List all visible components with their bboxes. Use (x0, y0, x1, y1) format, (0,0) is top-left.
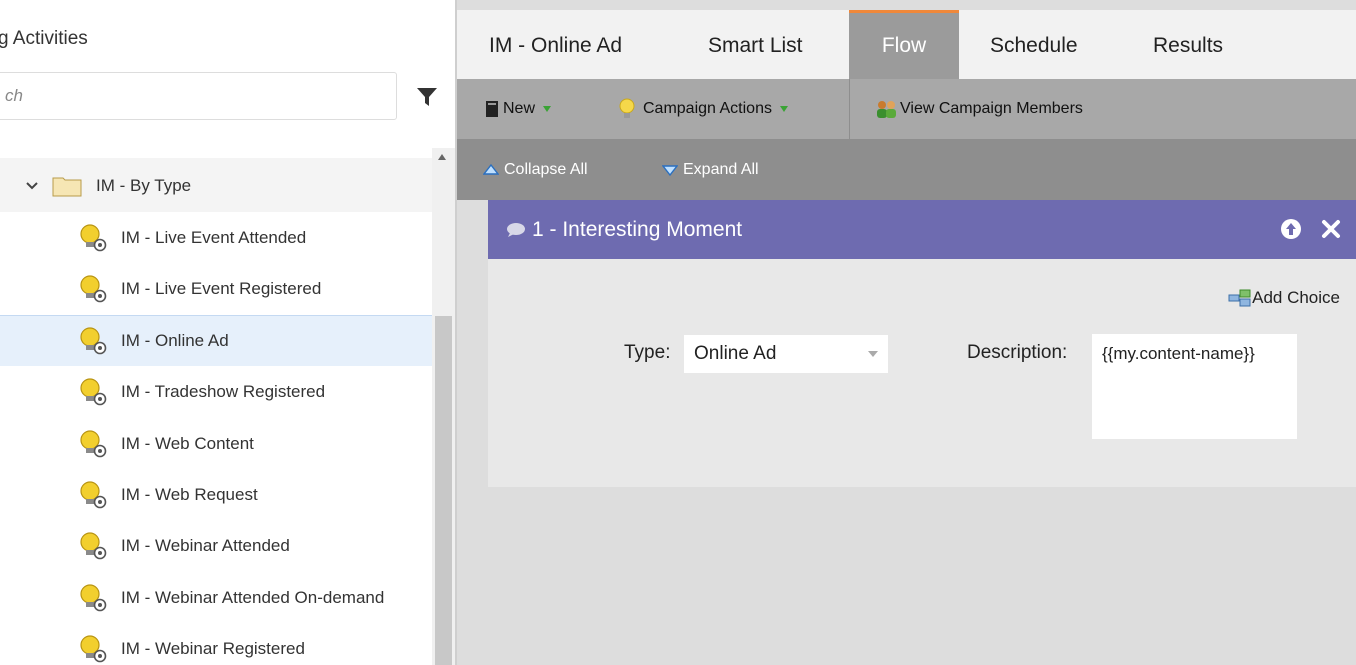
tree-item-label: IM - Tradeshow Registered (121, 382, 326, 401)
folder-label: IM - By Type (96, 176, 192, 195)
campaign-tabs: IM - Online Ad Smart List Flow Schedule … (457, 10, 1356, 79)
view-campaign-members-button[interactable]: View Campaign Members (874, 79, 1083, 139)
collapse-all-button[interactable]: Collapse All (483, 139, 588, 200)
tab-flow[interactable]: Flow (849, 10, 959, 79)
description-label: Description: (967, 342, 1068, 363)
new-button[interactable]: New (485, 79, 552, 139)
campaign-actions-button[interactable]: Campaign Actions (617, 79, 788, 139)
collapse-all-label: Collapse All (504, 160, 588, 178)
tree-item-label: IM - Web Content (121, 434, 254, 453)
description-field[interactable]: {{my.content-name}} (1092, 334, 1297, 439)
lightbulb-gear-icon (80, 430, 107, 458)
tree-item[interactable]: IM - Online Ad (0, 315, 432, 367)
flow-step-header[interactable]: 1 - Interesting Moment (488, 200, 1356, 259)
tree-item-label: IM - Online Ad (121, 331, 229, 350)
tree-item[interactable]: IM - Web Request (0, 469, 432, 521)
tree-item-label: IM - Live Event Registered (121, 279, 322, 298)
search-box (0, 72, 397, 120)
tab-campaign-name[interactable]: IM - Online Ad (489, 10, 622, 79)
tree-item[interactable]: IM - Webinar Attended On-demand (0, 572, 432, 624)
funnel-icon[interactable] (416, 86, 438, 108)
scrollbar-thumb[interactable] (435, 316, 452, 665)
dropdown-caret-icon (543, 106, 552, 112)
document-icon (486, 101, 498, 117)
arrow-up-circle-icon[interactable] (1280, 218, 1302, 240)
panel-title: g Activities (0, 28, 88, 49)
scroll-up-arrow-icon[interactable] (438, 154, 446, 160)
flow-step-card: 1 - Interesting Moment Add Choice Type: (488, 200, 1356, 487)
chevron-down-icon[interactable] (24, 178, 40, 194)
tree-scrollbar[interactable] (432, 148, 455, 665)
close-icon[interactable] (1320, 218, 1342, 240)
expand-all-label: Expand All (683, 160, 759, 178)
tree-item[interactable]: IM - Web Content (0, 418, 432, 470)
tree-item[interactable]: IM - Webinar Registered (0, 623, 432, 665)
lightbulb-gear-icon (80, 327, 107, 355)
search-input[interactable] (0, 73, 396, 119)
tab-smart-list[interactable]: Smart List (708, 10, 803, 79)
lightbulb-gear-icon (80, 378, 107, 406)
toolbar-divider (849, 79, 850, 139)
tree-item-label: IM - Webinar Attended (121, 536, 290, 555)
campaign-canvas: IM - Online Ad Smart List Flow Schedule … (455, 0, 1356, 665)
campaign-actions-label: Campaign Actions (643, 100, 772, 117)
lightbulb-icon (619, 98, 635, 118)
flow-step-title: 1 - Interesting Moment (532, 217, 743, 241)
tree-item[interactable]: IM - Webinar Attended (0, 520, 432, 572)
tree-item[interactable]: IM - Live Event Registered (0, 263, 432, 315)
lightbulb-gear-icon (80, 635, 107, 663)
tree-item[interactable]: IM - Live Event Attended (0, 212, 432, 264)
tree-folder-im-by-type[interactable]: IM - By Type (0, 160, 432, 212)
add-choice-label: Add Choice (1252, 288, 1340, 307)
tree-item-label: IM - Web Request (121, 485, 258, 504)
lightbulb-gear-icon (80, 275, 107, 303)
flow-subbar: Collapse All Expand All (457, 139, 1356, 200)
tree-item-label: IM - Live Event Attended (121, 228, 307, 247)
dropdown-caret-icon (779, 106, 788, 112)
activities-tree-panel: g Activities IM - By Type IM - Live Even… (0, 0, 455, 665)
add-choice-icon (1228, 289, 1251, 307)
folder-icon (52, 177, 82, 197)
tab-results[interactable]: Results (1153, 10, 1223, 79)
toolbar: New Campaign Actions View Campaign Membe… (457, 79, 1356, 139)
expand-all-button[interactable]: Expand All (662, 139, 759, 200)
tree-item[interactable]: IM - Tradeshow Registered (0, 366, 432, 418)
lightbulb-gear-icon (80, 224, 107, 252)
type-select-value: Online Ad (694, 343, 777, 364)
new-label: New (503, 100, 536, 117)
lightbulb-gear-icon (80, 481, 107, 509)
triangle-up-icon (483, 163, 499, 175)
triangle-down-icon (662, 164, 678, 176)
tree-item-label: IM - Webinar Registered (121, 639, 305, 658)
tab-schedule[interactable]: Schedule (990, 10, 1078, 79)
type-select[interactable]: Online Ad (684, 335, 888, 373)
lightbulb-gear-icon (80, 584, 107, 612)
speech-bubble-icon (507, 222, 525, 237)
lightbulb-gear-icon (80, 532, 107, 560)
people-icon (877, 101, 896, 118)
tree-item-label: IM - Webinar Attended On-demand (121, 588, 385, 607)
add-choice-button[interactable]: Add Choice (1228, 288, 1340, 308)
chevron-down-icon (868, 351, 878, 357)
view-members-label: View Campaign Members (900, 100, 1083, 117)
type-label: Type: (624, 342, 671, 363)
